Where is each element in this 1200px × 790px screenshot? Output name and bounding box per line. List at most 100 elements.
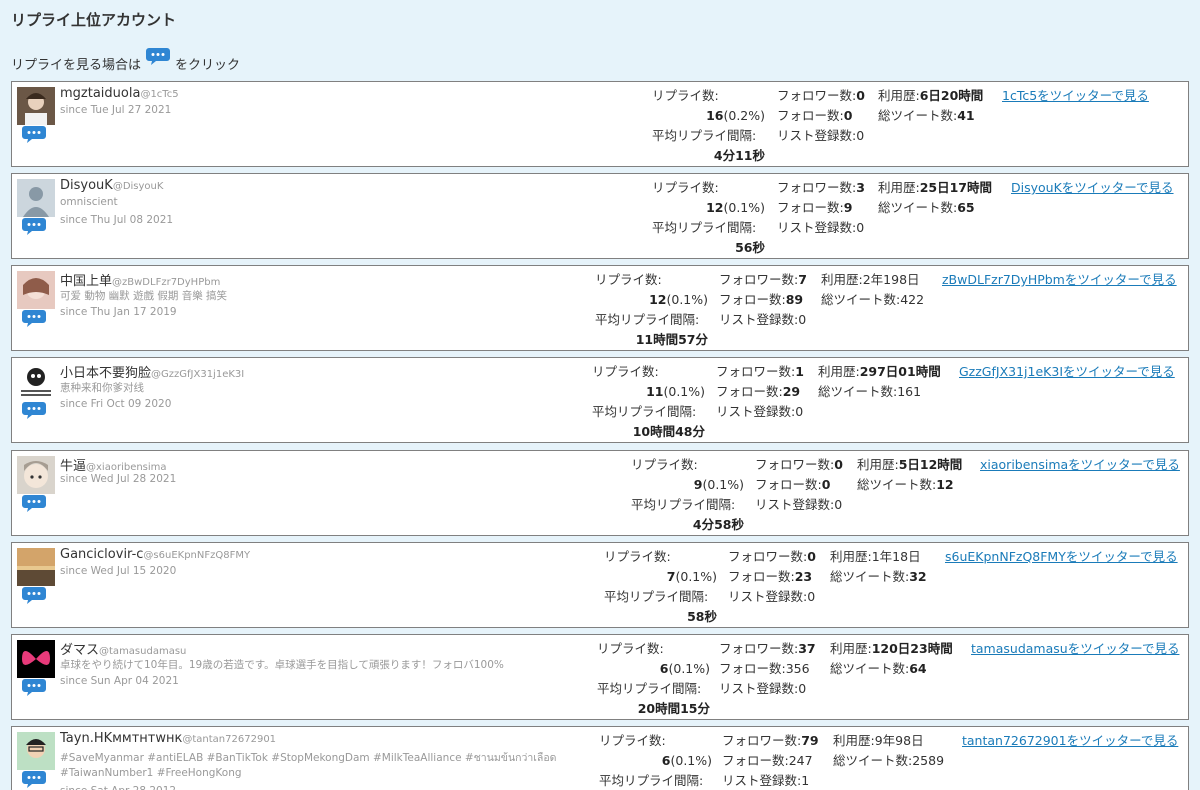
avg-interval: 10時間48分: [632, 424, 705, 439]
reply-count: 12: [649, 292, 667, 307]
avg-interval-label: 平均リプライ間隔:: [604, 589, 709, 604]
reply-percent: (0.1%): [668, 661, 710, 676]
chat-bubble-icon[interactable]: [22, 400, 46, 420]
followers-value: 0: [807, 549, 816, 564]
total-tweets: 総ツイート数:41: [878, 106, 983, 126]
link-column: xiaoribensimaをツイッターで見る: [980, 455, 1180, 475]
account-since: since Tue Jul 27 2021: [60, 104, 172, 116]
avatar[interactable]: [17, 548, 55, 586]
usage-value: 25日17時間: [919, 180, 993, 195]
usage-value: 5日12時間: [898, 457, 963, 472]
chat-bubble-icon[interactable]: [22, 216, 46, 236]
account-name: Tayn.HKммтнтwнк: [60, 731, 183, 746]
account-name-line: 小日本不要狗脸@GzzGfJX31j1eK3I: [60, 362, 244, 381]
avatar[interactable]: [17, 363, 55, 401]
avatar[interactable]: [17, 640, 55, 678]
following-label: フォロー数:: [719, 292, 786, 307]
total-tweets-value: 65: [957, 200, 975, 215]
avg-interval-value: 11時間57分: [595, 330, 708, 350]
account-handle: @tantan72672901: [182, 734, 277, 745]
avatar[interactable]: [17, 271, 55, 309]
avg-interval-label: 平均リプライ間隔:: [595, 312, 700, 327]
view-on-twitter-link[interactable]: DisyouKをツイッターで見る: [1011, 180, 1174, 195]
avatar[interactable]: [17, 179, 55, 217]
reply-count-value: 12(0.1%): [652, 198, 765, 218]
reply-count-label: リプライ数:: [604, 549, 671, 564]
usage-value: 297日01時間: [859, 364, 941, 379]
account-card: 牛逼@xiaoribensima since Wed Jul 28 2021 リプラ…: [11, 450, 1189, 536]
account-name: mgztaiduola: [60, 86, 141, 101]
view-on-twitter-link[interactable]: GzzGfJX31j1eK3Iをツイッターで見る: [959, 364, 1175, 379]
avg-interval-value: 56秒: [652, 238, 765, 258]
follow-stats: フォロワー数:3 フォロー数:9 リスト登録数:0: [777, 178, 865, 238]
reply-count-value: 12(0.1%): [595, 290, 708, 310]
following-label: フォロー数:: [722, 753, 789, 768]
account-card: mgztaiduola@1cTc5 since Tue Jul 27 2021 リプ…: [11, 81, 1189, 167]
account-description: 卓球をやり続けて10年目。19歳の若造です。卓球選手を目指して頑張ります！フォロ…: [60, 659, 504, 671]
reply-count-value: 9(0.1%): [631, 475, 744, 495]
total-tweets: 総ツイート数:65: [878, 198, 992, 218]
following-value: 9: [843, 200, 853, 215]
followers: フォロワー数:0: [728, 547, 816, 567]
reply-count-value: 11(0.1%): [592, 382, 705, 402]
avg-interval-label: 平均リプライ間隔:: [592, 404, 697, 419]
reply-stats: リプライ数: 11(0.1%) 平均リプライ間隔: 10時間48分: [592, 362, 705, 442]
reply-stats: リプライ数: 16(0.2%) 平均リプライ間隔: 4分11秒: [652, 86, 765, 166]
usage-value: 1年18日: [871, 549, 921, 564]
account-description: 恵种来和你爹对线: [60, 382, 144, 394]
view-on-twitter-link[interactable]: s6uEKpnNFzQ8FMYをツイッターで見る: [945, 549, 1178, 564]
avg-interval-label: 平均リプライ間隔:: [652, 220, 757, 235]
link-column: zBwDLFzr7DyHPbmをツイッターで見る: [942, 270, 1177, 290]
avg-interval: 56秒: [735, 240, 765, 255]
account-name: DisyouK: [60, 178, 113, 193]
listed: リスト登録数:0: [777, 218, 865, 238]
avg-interval-label: 平均リプライ間隔:: [599, 773, 704, 788]
account-since: since Sun Apr 04 2021: [60, 675, 179, 687]
chat-bubble-icon[interactable]: [22, 493, 46, 513]
following-label: フォロー数:: [716, 384, 783, 399]
followers-label: フォロワー数:: [719, 272, 799, 287]
reply-stats: リプライ数: 12(0.1%) 平均リプライ間隔: 11時間57分: [595, 270, 708, 350]
view-on-twitter-link[interactable]: tamasudamasuをツイッターで見る: [971, 641, 1179, 656]
following-label: フォロー数:: [719, 661, 786, 676]
account-description: #SaveMyanmar #antiELAB #BanTikTok #StopM…: [60, 752, 557, 764]
account-since: since Thu Jul 08 2021: [60, 214, 174, 226]
account-since: since Thu Jan 17 2019: [60, 306, 177, 318]
reply-count-label: リプライ数:: [631, 457, 698, 472]
total-tweets-value: 422: [900, 292, 925, 307]
following-label: フォロー数:: [755, 477, 822, 492]
view-on-twitter-link[interactable]: zBwDLFzr7DyHPbmをツイッターで見る: [942, 272, 1177, 287]
account-handle: @GzzGfJX31j1eK3I: [151, 369, 245, 380]
account-handle: @s6uEKpnNFzQ8FMY: [143, 550, 251, 561]
total-tweets-label: 総ツイート数:: [818, 384, 898, 399]
reply-count: 12: [706, 200, 724, 215]
listed-value: 0: [856, 128, 865, 143]
listed-label: リスト登録数:: [719, 681, 799, 696]
view-on-twitter-link[interactable]: tantan72672901をツイッターで見る: [962, 733, 1178, 748]
reply-count-label: リプライ数:: [592, 364, 659, 379]
chat-bubble-icon[interactable]: [22, 308, 46, 328]
followers-label: フォロワー数:: [728, 549, 808, 564]
link-column: 1cTc5をツイッターで見る: [1002, 86, 1149, 106]
followers-value: 79: [801, 733, 819, 748]
reply-percent: (0.2%): [723, 108, 765, 123]
account-description: omniscient: [60, 196, 118, 208]
total-tweets-label: 総ツイート数:: [833, 753, 913, 768]
chat-bubble-icon[interactable]: [22, 124, 46, 144]
view-on-twitter-link[interactable]: 1cTc5をツイッターで見る: [1002, 88, 1149, 103]
followers-label: フォロワー数:: [755, 457, 835, 472]
following-value: 23: [794, 569, 813, 584]
view-on-twitter-link[interactable]: xiaoribensimaをツイッターで見る: [980, 457, 1180, 472]
chat-bubble-icon[interactable]: [22, 677, 46, 697]
total-tweets-value: 161: [897, 384, 922, 399]
avatar[interactable]: [17, 87, 55, 125]
total-tweets-value: 64: [909, 661, 927, 676]
reply-percent: (0.1%): [675, 569, 717, 584]
followers: フォロワー数:79: [722, 731, 819, 751]
followers: フォロワー数:7: [719, 270, 807, 290]
followers-value: 0: [856, 88, 865, 103]
avatar[interactable]: [17, 456, 55, 494]
chat-bubble-icon[interactable]: [22, 585, 46, 605]
chat-bubble-icon[interactable]: [22, 769, 46, 789]
avatar[interactable]: [17, 732, 55, 770]
